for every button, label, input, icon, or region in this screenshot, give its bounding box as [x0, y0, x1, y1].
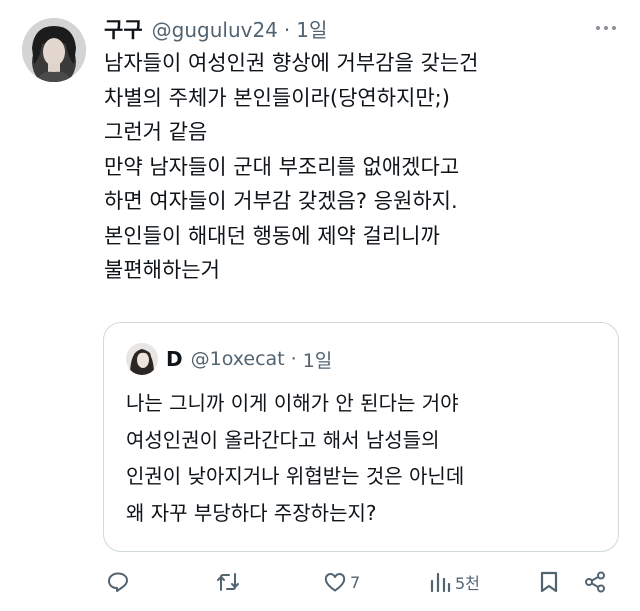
like-button[interactable]: 7 — [323, 564, 360, 600]
views-button[interactable]: 5천 — [428, 564, 480, 600]
retweet-button[interactable] — [216, 564, 240, 600]
handle[interactable]: @guguluv24 — [152, 18, 278, 42]
reply-button[interactable] — [106, 564, 130, 600]
tweet-text-line: 불편해하는거 — [104, 258, 220, 282]
reply-icon — [108, 572, 128, 592]
tweet-text-line: 하면 여자들이 거부감 갖겠음? 응원하지. — [104, 189, 458, 213]
like-icon — [324, 573, 346, 592]
quoted-avatar[interactable] — [126, 343, 158, 375]
tweet[interactable]: 구구 @guguluv24 · 1일 남자들이 여성인권 향상에 거부감을 갖는… — [0, 0, 640, 611]
more-options-button[interactable] — [593, 18, 619, 38]
quoted-header: D @1oxecat · 1일 — [166, 343, 332, 375]
tweet-text: 남자들이 여성인권 향상에 거부감을 갖는건 차별의 주체가 본인들이라(당연하… — [104, 46, 604, 288]
quoted-separator-dot: · — [290, 348, 297, 370]
display-name[interactable]: 구구 — [104, 14, 143, 44]
quoted-tweet[interactable]: D @1oxecat · 1일 나는 그니까 이게 이해가 안 된다는 거야 여… — [103, 322, 619, 552]
quoted-handle[interactable]: @1oxecat — [191, 348, 285, 370]
more-icon — [596, 26, 600, 30]
tweet-text-line: 차별의 주체가 본인들이라(당연하지만;) — [104, 85, 450, 110]
quoted-timestamp[interactable]: 1일 — [303, 346, 333, 373]
quoted-text-line: 여성인권이 올라간다고 해서 남성들의 — [126, 427, 440, 452]
tweet-header: 구구 @guguluv24 · 1일 — [104, 14, 327, 48]
timestamp[interactable]: 1일 — [296, 14, 327, 43]
separator-dot: · — [283, 18, 291, 42]
bookmark-button[interactable] — [538, 564, 560, 600]
tweet-text-line: 남자들이 여성인권 향상에 거부감을 갖는건 — [104, 51, 479, 75]
quoted-text: 나는 그니까 이게 이해가 안 된다는 거야 여성인권이 올라간다고 해서 남성… — [126, 385, 606, 531]
like-count: 7 — [350, 572, 361, 592]
retweet-icon — [217, 573, 239, 591]
quoted-text-line: 인권이 낮아지거나 위협받는 것은 아닌데 — [126, 464, 465, 488]
tweet-text-line: 그런거 같음 — [104, 120, 208, 144]
tweet-text-line: 본인들이 해대던 행동에 제약 걸리니까 — [104, 223, 440, 248]
views-icon — [430, 572, 451, 593]
action-bar: 7 5천 — [0, 564, 640, 600]
quoted-display-name[interactable]: D — [166, 347, 183, 371]
share-icon — [585, 571, 605, 593]
share-button[interactable] — [583, 564, 607, 600]
quoted-text-line: 왜 자꾸 부당하다 주장하는지? — [126, 500, 377, 525]
avatar[interactable] — [22, 18, 86, 82]
quoted-text-line: 나는 그니까 이게 이해가 안 된다는 거야 — [126, 391, 459, 415]
views-count: 5천 — [455, 574, 480, 593]
tweet-text-line: 만약 남자들이 군대 부조리를 없애겠다고 — [104, 154, 460, 179]
bookmark-icon — [540, 571, 558, 593]
